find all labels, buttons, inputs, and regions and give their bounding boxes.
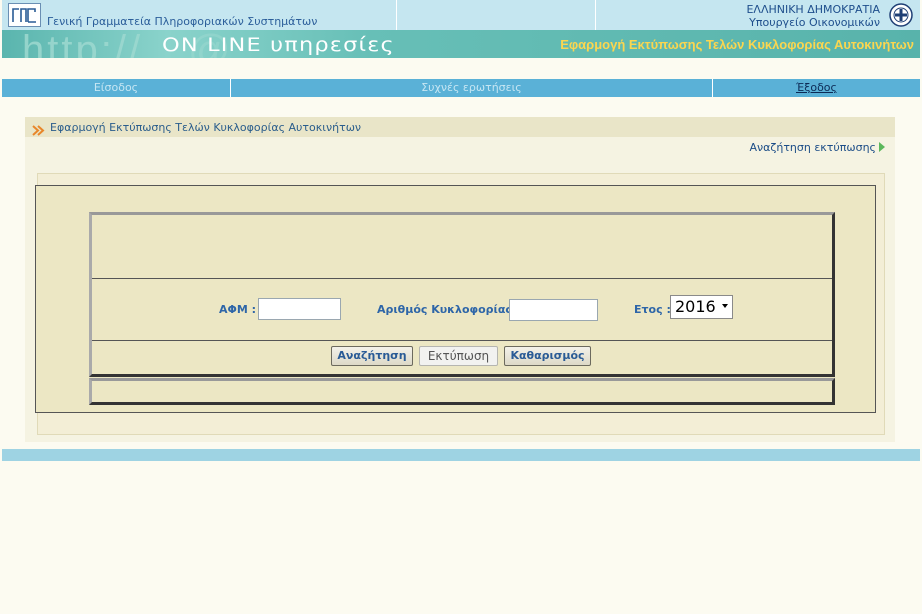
- chevron-down-icon: [722, 304, 728, 308]
- year-label: Ετος :: [634, 303, 671, 316]
- header-cell-middle: [397, 0, 596, 30]
- search-button[interactable]: Αναζήτηση: [331, 346, 413, 366]
- section-title: Εφαρμογή Εκτύπωσης Τελών Κυκλοφορίας Αυτ…: [50, 121, 362, 134]
- form-empty-row: [92, 215, 832, 279]
- main-nav: Είσοδος Συχνές ερωτήσεις Έξοδος: [2, 79, 920, 97]
- nav-logout-link[interactable]: Έξοδος: [713, 79, 920, 97]
- year-select-value: 2016: [675, 297, 716, 316]
- afm-label: ΑΦΜ :: [219, 303, 257, 316]
- republic-block: ΕΛΛΗΝΙΚΗ ΔΗΜΟΚΡΑΤΙΑ Υπουργείο Οικονομικώ…: [746, 3, 880, 29]
- online-services-banner: http:// @ ΟΝ LINE υπηρεσίες Εφαρμογή Εκτ…: [2, 30, 920, 58]
- print-button[interactable]: Εκτύπωση: [419, 346, 498, 366]
- double-chevron-icon: [32, 121, 46, 140]
- ministry-name: Υπουργείο Οικονομικών: [749, 16, 880, 29]
- footer-bar: [2, 449, 920, 461]
- plate-number-input[interactable]: [509, 299, 598, 321]
- greek-emblem-icon: [888, 3, 914, 27]
- nav-login[interactable]: Είσοδος: [2, 79, 230, 97]
- play-arrow-icon: [879, 142, 885, 152]
- plate-label: Αριθμός Κυκλοφορίας :: [377, 303, 521, 316]
- results-box: [89, 378, 835, 405]
- gsis-logo-icon: [10, 5, 39, 25]
- search-print-link[interactable]: Αναζήτηση εκτύπωσης: [749, 141, 885, 154]
- nav-faq[interactable]: Συχνές ερωτήσεις: [231, 79, 712, 97]
- top-header: Γενική Γραμματεία Πληροφοριακών Συστημάτ…: [2, 0, 920, 30]
- republic-name: ΕΛΛΗΝΙΚΗ ΔΗΜΟΚΡΑΤΙΑ: [746, 3, 880, 16]
- search-print-link-label: Αναζήτηση εκτύπωσης: [749, 141, 876, 154]
- banner-app-title: Εφαρμογή Εκτύπωσης Τελών Κυκλοφορίας Αυτ…: [560, 37, 914, 52]
- section-header: Εφαρμογή Εκτύπωσης Τελών Κυκλοφορίας Αυτ…: [25, 117, 895, 137]
- org-name: Γενική Γραμματεία Πληροφοριακών Συστημάτ…: [47, 15, 318, 28]
- afm-input[interactable]: [258, 298, 341, 320]
- gsis-logo[interactable]: [8, 3, 41, 27]
- banner-http-text: http://: [22, 30, 144, 58]
- year-select[interactable]: 2016: [670, 295, 733, 319]
- banner-online-text: ΟΝ LINE υπηρεσίες: [162, 34, 395, 56]
- clear-button[interactable]: Καθαρισμός: [504, 346, 591, 366]
